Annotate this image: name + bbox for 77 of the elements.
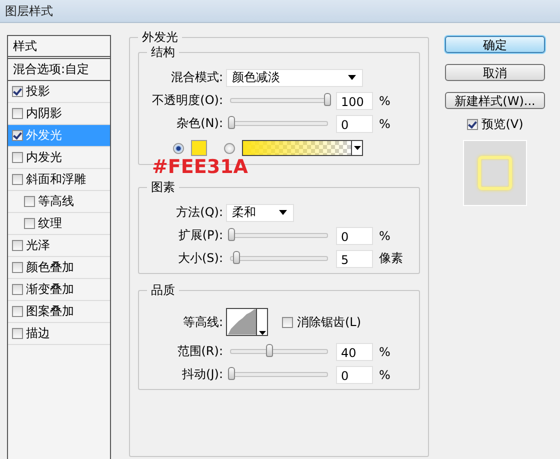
slider-thumb[interactable] [232, 251, 240, 264]
checkbox[interactable] [12, 152, 23, 163]
list-item[interactable]: 等高线 [8, 191, 110, 213]
checkbox[interactable] [24, 196, 35, 207]
value-field[interactable]: 40 [336, 342, 373, 360]
unit-label: % [378, 94, 390, 108]
value-field[interactable]: 0 [336, 114, 373, 132]
field-label: 抖动(J): [181, 366, 224, 383]
slider-thumb[interactable] [228, 228, 235, 241]
slider-thumb[interactable] [228, 116, 235, 129]
radio-button[interactable] [224, 142, 235, 154]
annotation-text: #FEE31A [152, 156, 248, 178]
field-label: 混合模式: [170, 69, 224, 86]
list-item[interactable]: 投影 [8, 81, 110, 103]
checkbox[interactable] [12, 86, 23, 97]
slider-thumb[interactable] [324, 93, 331, 106]
slider-thumb[interactable] [228, 367, 235, 380]
value-field[interactable]: 0 [336, 366, 373, 384]
value-field[interactable]: 5 [336, 250, 373, 268]
radio-button[interactable] [173, 142, 184, 154]
checkbox[interactable] [12, 240, 23, 251]
glow-square-icon [478, 156, 512, 190]
field-label: 等高线: [182, 314, 224, 330]
contour-curve-icon [227, 309, 256, 335]
blend-mode-dropdown[interactable]: 颜色减淡 [226, 68, 363, 86]
checkbox[interactable] [12, 284, 23, 295]
caret-icon [279, 210, 287, 215]
technique-dropdown[interactable]: 柔和 [226, 204, 294, 222]
section-title: 图素 [147, 180, 179, 195]
value-field[interactable]: 0 [336, 226, 373, 244]
dialog-button[interactable]: 新建样式(W)... [445, 92, 545, 109]
checkbox[interactable] [12, 108, 23, 119]
list-item[interactable]: 描边 [8, 323, 110, 345]
unit-label: % [378, 116, 390, 130]
slider-thumb[interactable] [266, 344, 274, 357]
window-title: 图层样式 [5, 2, 53, 20]
list-header: 样式 [8, 36, 110, 59]
gradient-picker[interactable] [242, 140, 363, 156]
unit-label: % [378, 344, 390, 358]
field-label: 扩展(P): [177, 227, 224, 244]
list-item[interactable]: 混合选项:自定 [8, 59, 110, 81]
list-item[interactable]: 纹理 [8, 213, 110, 235]
caret-icon [258, 331, 266, 335]
checkbox[interactable] [12, 262, 23, 273]
checkbox[interactable] [282, 316, 293, 328]
checkbox-label: 消除锯齿(L) [297, 314, 362, 330]
field-label: 杂色(N): [176, 115, 224, 132]
checkbox[interactable] [12, 174, 23, 185]
list-item[interactable]: 内发光 [8, 147, 110, 169]
list-item[interactable]: 斜面和浮雕 [8, 169, 110, 191]
field-label: 范围(R): [176, 343, 224, 360]
field-label: 不透明度(O): [151, 92, 224, 109]
color-swatch[interactable] [191, 140, 207, 156]
checkbox-label: 预览(V) [482, 116, 524, 133]
checkbox[interactable] [24, 218, 35, 229]
unit-label: 像素 [378, 250, 403, 267]
dialog-button[interactable]: 取消 [445, 64, 545, 81]
contour-picker[interactable] [226, 308, 268, 336]
list-item[interactable]: 光泽 [8, 235, 110, 257]
section-title: 品质 [147, 283, 179, 298]
caret-icon [348, 75, 356, 80]
dialog-button[interactable]: 确定 [445, 36, 545, 53]
field-label: 方法(Q): [175, 204, 224, 221]
unit-label: % [378, 368, 390, 382]
unit-label: % [378, 228, 390, 242]
checkbox[interactable] [12, 306, 23, 317]
checkbox[interactable] [12, 328, 23, 339]
list-item[interactable]: 渐变叠加 [8, 279, 110, 301]
list-item[interactable]: 图案叠加 [8, 301, 110, 323]
field-label: 大小(S): [176, 250, 224, 267]
section-title: 外发光 [138, 30, 182, 45]
checkbox[interactable] [12, 130, 23, 141]
section-title: 结构 [147, 45, 179, 60]
value-field[interactable]: 100 [336, 92, 373, 110]
checkbox[interactable] [466, 119, 478, 130]
caret-icon [354, 146, 360, 150]
list-item[interactable]: 颜色叠加 [8, 257, 110, 279]
